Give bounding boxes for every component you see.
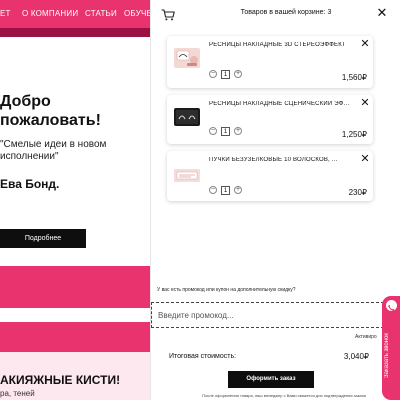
- consent-note: После оформления товара, наш менеджер с …: [202, 393, 366, 398]
- remove-item-icon[interactable]: ✕: [360, 154, 370, 165]
- qty-plus-button[interactable]: +: [234, 127, 242, 135]
- promo-subtitle: ра, теней: [0, 389, 35, 398]
- nav-item-about[interactable]: О КОМПАНИИ: [22, 9, 78, 18]
- nav-item-articles[interactable]: СТАТЬИ: [85, 9, 117, 18]
- qty-plus-button[interactable]: +: [234, 186, 242, 194]
- cart-count-label: Товаров в вашей корзине: 3: [240, 9, 332, 16]
- qty-minus-button[interactable]: −: [209, 70, 217, 78]
- call-request-label: Заказать звонок: [384, 333, 390, 379]
- remove-item-icon[interactable]: ✕: [360, 39, 370, 50]
- remove-item-icon[interactable]: ✕: [360, 98, 370, 109]
- total-label: Итоговая стоимость:: [169, 353, 237, 360]
- hero-quote: "Смелые идеи в новом исполнении": [0, 139, 107, 162]
- qty-minus-button[interactable]: −: [209, 127, 217, 135]
- promo-question: У вас есть промокод или купон на дополни…: [157, 287, 296, 293]
- qty-minus-button[interactable]: −: [209, 186, 217, 194]
- cart-item: РЕСНИЦЫ НАКЛАДНЫЕ СЦЕНИЧЕСКИЙ ЭФФЕКТ ✕ −…: [167, 95, 373, 144]
- product-image: [173, 163, 201, 187]
- qty-value[interactable]: 1: [221, 127, 230, 136]
- product-name: РЕСНИЦЫ НАКЛАДНЫЕ 3D СТЕРЕОЭФФЕКТ: [209, 42, 346, 48]
- nav-item-home[interactable]: ЕТ: [0, 9, 11, 18]
- cart-header: Товаров в вашей корзине: 3 ✕: [151, 0, 400, 28]
- more-button[interactable]: Подробнее: [0, 229, 86, 248]
- cart-item: ПУЧКИ БЕЗУЗЕЛКОВЫЕ 10 ВОЛОСКОВ, ... ✕ − …: [167, 151, 373, 201]
- item-price: 230₽: [348, 188, 367, 197]
- promo-code-input[interactable]: [151, 302, 389, 328]
- qty-plus-button[interactable]: +: [234, 70, 242, 78]
- phone-icon: [386, 300, 397, 311]
- product-name: РЕСНИЦЫ НАКЛАДНЫЕ СЦЕНИЧЕСКИЙ ЭФФЕКТ: [209, 101, 354, 107]
- hero-author: Ева Бонд.: [0, 177, 60, 191]
- total-value: 3,040₽: [343, 352, 369, 361]
- product-image: [173, 105, 201, 129]
- cart-item: РЕСНИЦЫ НАКЛАДНЫЕ 3D СТЕРЕОЭФФЕКТ ✕ − 1 …: [167, 36, 373, 88]
- product-image: [173, 46, 201, 70]
- apply-promo-link[interactable]: Активиро: [355, 334, 377, 340]
- checkout-button[interactable]: Оформить заказ: [228, 371, 314, 388]
- qty-value[interactable]: 1: [221, 186, 230, 195]
- promo-title: АКИЯЖНЫЕ КИСТИ!: [0, 373, 121, 387]
- product-name: ПУЧКИ БЕЗУЗЕЛКОВЫЕ 10 ВОЛОСКОВ, ...: [209, 157, 338, 163]
- hero-heading: Добро пожаловать!: [0, 93, 101, 129]
- cart-icon: [161, 8, 175, 21]
- item-price: 1,560₽: [341, 73, 367, 82]
- call-request-tab[interactable]: Заказать звонок: [382, 296, 400, 400]
- close-icon[interactable]: ✕: [375, 6, 389, 20]
- item-price: 1,250₽: [341, 130, 367, 139]
- cart-drawer: Товаров в вашей корзине: 3 ✕ РЕСНИЦЫ НАК…: [150, 0, 400, 400]
- qty-value[interactable]: 1: [221, 70, 230, 79]
